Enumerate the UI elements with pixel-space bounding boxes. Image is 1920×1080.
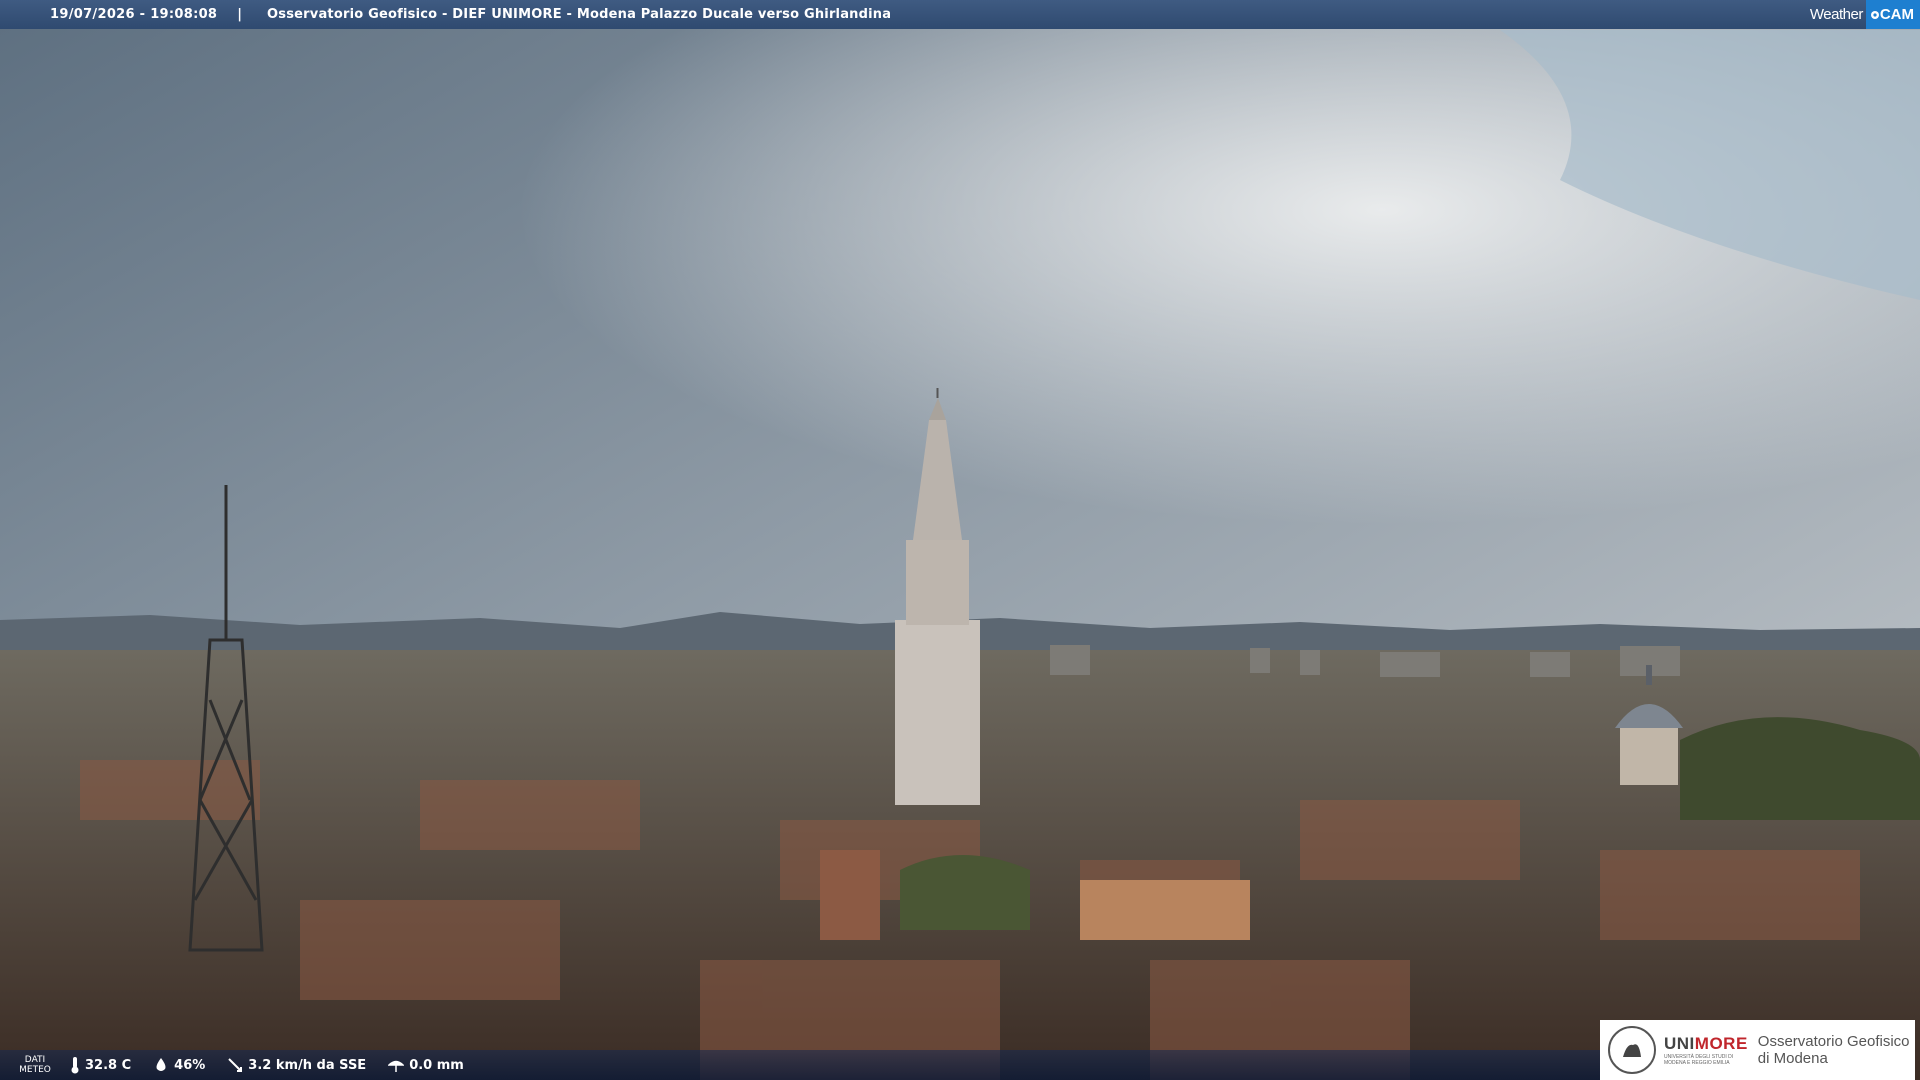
humidity-readout: 46% [153,1057,205,1073]
temperature-value: 32.8 C [85,1057,132,1073]
university-seal-icon [1608,1026,1656,1074]
camera-title: Osservatorio Geofisico - DIEF UNIMORE - … [267,7,892,22]
aperture-icon [1870,10,1879,19]
humidity-value: 46% [174,1057,206,1073]
brand-weather-text: Weather [1809,6,1863,23]
top-overlay-bar: 19/07/2026 - 19:08:08 | Osservatorio Geo… [0,0,1920,29]
brand-cam-text: CAM [1879,6,1914,23]
unimore-logo-panel: UNIMORE UNIVERSITÀ DEGLI STUDI DI MODENA… [1600,1020,1915,1080]
wind-value: 3.2 km/h da SSE [248,1057,367,1073]
pale-building [1080,880,1250,940]
droplet-icon [156,1058,166,1071]
observatory-name: Osservatorio Geofisico di Modena [1757,1033,1910,1067]
rain-readout: 0.0 mm [388,1057,464,1073]
brick-tower [820,850,880,940]
rain-value: 0.0 mm [409,1057,464,1073]
title-separator: | [237,7,243,22]
thermometer-icon [71,1057,79,1074]
weathercam-logo: Weather CAM [1810,0,1920,29]
weather-data-bar: DATI METEO 32.8 C 46% 3.2 km/h da SSE 0.… [0,1050,1600,1080]
rain-gauge-icon [388,1060,405,1072]
wind-readout: 3.2 km/h da SSE [227,1057,366,1073]
unimore-wordmark: UNIMORE UNIVERSITÀ DEGLI STUDI DI MODENA… [1664,1034,1748,1066]
webcam-image [0,0,1920,1080]
wind-arrow-icon [228,1058,243,1072]
temperature-readout: 32.8 C [70,1056,131,1074]
garden-trees [900,855,1030,930]
brand-cam-badge: CAM [1865,0,1920,29]
timestamp: 19/07/2026 - 19:08:08 [50,7,218,22]
weather-data-label: DATI METEO [19,1055,51,1075]
